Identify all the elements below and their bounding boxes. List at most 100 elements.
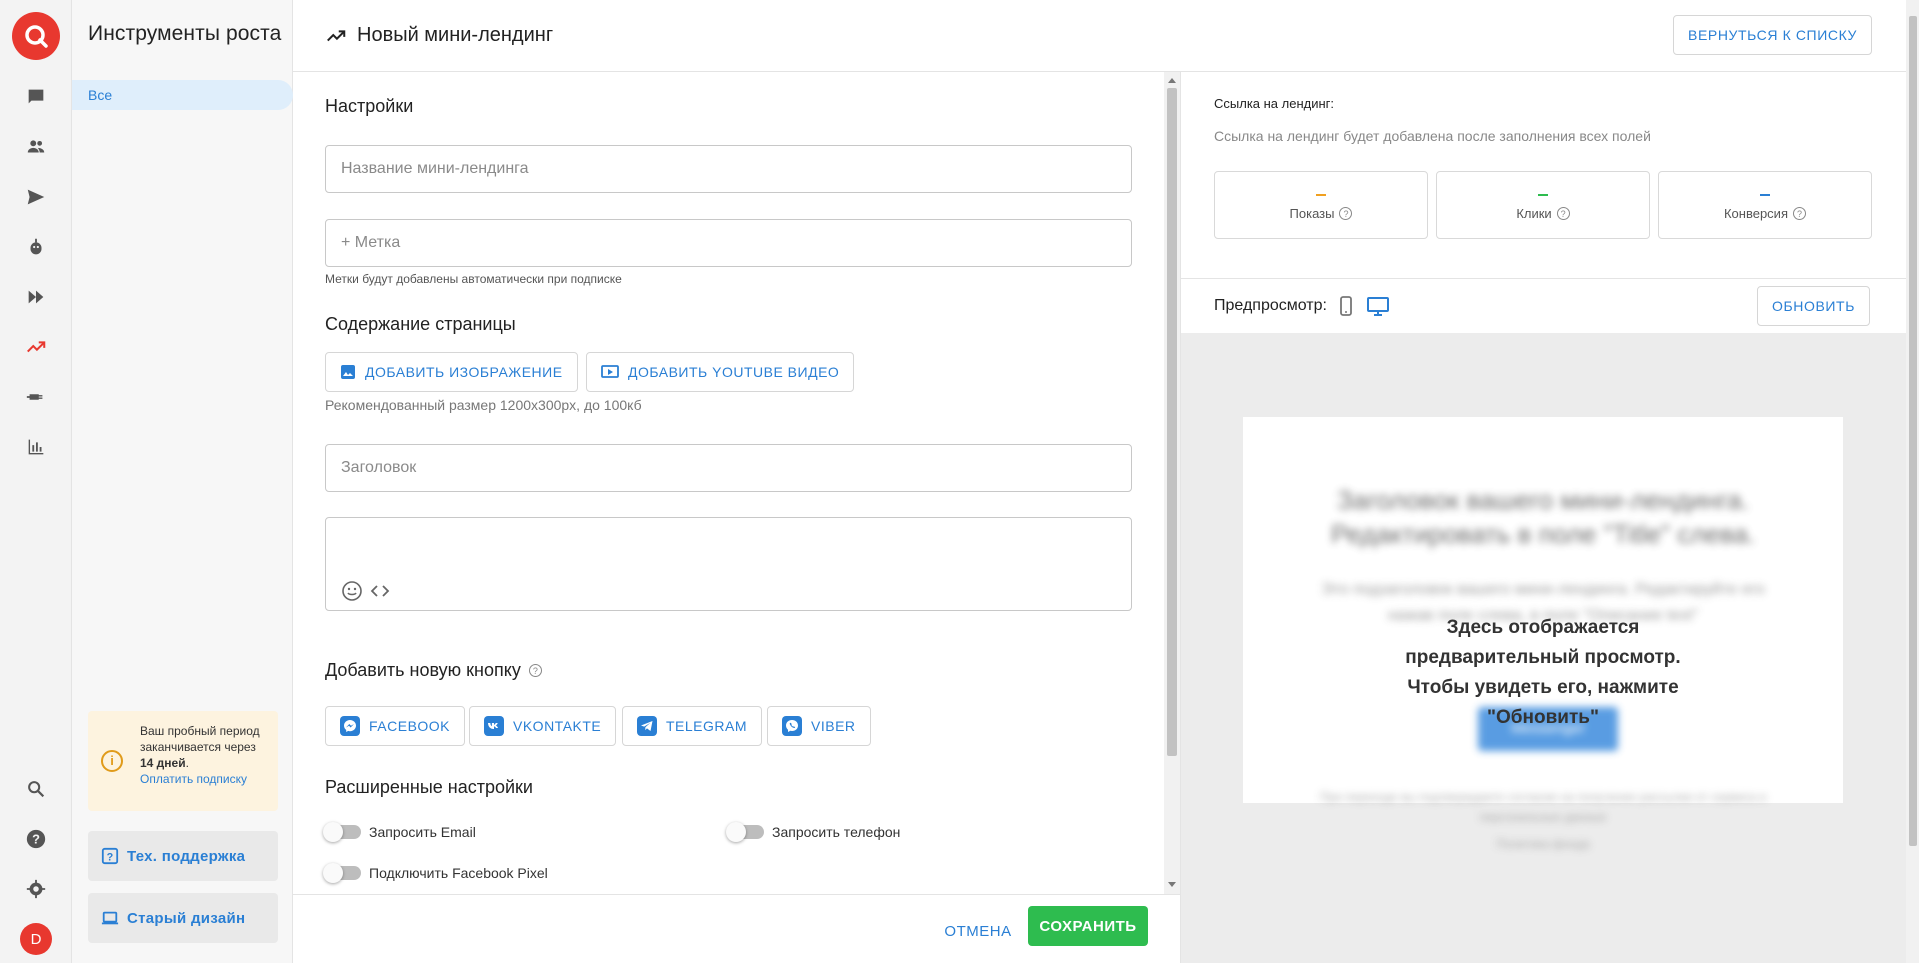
old-design-label: Старый дизайн [127, 909, 246, 927]
stat-views: Показы? [1214, 171, 1428, 239]
trending-up-icon[interactable] [0, 327, 72, 367]
support-icon: ? [101, 847, 119, 865]
page-title-text: Новый мини-лендинг [357, 24, 554, 46]
landing-link-label: Ссылка на лендинг: [1214, 96, 1335, 111]
request-email-toggle[interactable]: Запросить Email [323, 822, 476, 842]
page-scroll-thumb[interactable] [1909, 16, 1917, 846]
request-phone-switch[interactable] [726, 822, 764, 842]
request-phone-label: Запросить телефон [772, 824, 901, 840]
trial-text: Ваш пробный период заканчивается через [140, 724, 260, 754]
sidebar-item-all[interactable]: Все [72, 80, 293, 110]
trial-dot: . [185, 756, 189, 770]
viber-button[interactable]: VIBER [767, 706, 871, 746]
facebook-label: FACEBOOK [369, 718, 451, 734]
facebook-pixel-toggle[interactable]: Подключить Facebook Pixel [323, 863, 548, 883]
scroll-down-arrow[interactable] [1168, 882, 1176, 887]
gear-icon[interactable] [0, 869, 72, 909]
landing-form: Настройки Название мини-лендинга + Метка… [293, 72, 1164, 894]
code-icon[interactable] [369, 580, 391, 602]
scroll-up-arrow[interactable] [1168, 78, 1176, 83]
help-icon[interactable]: ? [0, 819, 72, 859]
facebook-pixel-switch[interactable] [323, 863, 361, 883]
icon-rail: ? D [0, 0, 72, 963]
secondary-sidebar: Инструменты роста Все i Ваш пробный пери… [72, 0, 293, 963]
description-textarea[interactable] [325, 517, 1132, 611]
vkontakte-button[interactable]: VKONTAKTE [469, 706, 617, 746]
content-section-title: Содержание страницы [325, 314, 516, 334]
save-button[interactable]: СОХРАНИТЬ [1028, 906, 1148, 946]
tag-input[interactable]: + Метка [325, 219, 1132, 267]
views-value [1316, 194, 1326, 196]
landing-link-hint: Ссылка на лендинг будет добавлена после … [1214, 128, 1651, 144]
viber-icon [782, 716, 802, 736]
action-bar: ОТМЕНА СОХРАНИТЬ [293, 894, 1180, 963]
preview-label: Предпросмотр: [1214, 297, 1327, 314]
request-email-switch[interactable] [323, 822, 361, 842]
preview-card: Заголовок вашего мини-лендинга. Редактир… [1243, 417, 1843, 851]
info-icon: i [101, 750, 123, 772]
stat-clicks: Клики? [1436, 171, 1650, 239]
form-scrollbar[interactable] [1164, 72, 1180, 894]
app-logo-icon[interactable] [12, 12, 60, 60]
clicks-value [1538, 194, 1548, 196]
desktop-icon[interactable] [1365, 295, 1391, 317]
send-icon[interactable] [0, 177, 72, 217]
fast-forward-icon[interactable] [0, 277, 72, 317]
advanced-section-title: Расширенные настройки [325, 777, 533, 797]
add-button-section: Добавить новую кнопку ? [325, 660, 542, 681]
preview-blurred-footer: При переходе вы подтверждаете согласие н… [1319, 790, 1767, 824]
landing-name-input[interactable]: Название мини-лендинга [325, 145, 1132, 193]
pay-subscription-link[interactable]: Оплатить подписку [140, 772, 247, 786]
help-icon[interactable]: ? [1339, 207, 1353, 220]
trial-days: 14 дней [140, 756, 186, 770]
conversion-label: Конверсия [1723, 206, 1788, 221]
form-scroll-thumb[interactable] [1167, 88, 1177, 756]
add-image-button[interactable]: ДОБАВИТЬ ИЗОБРАЖЕНИЕ [325, 352, 578, 392]
heading-input[interactable]: Заголовок [325, 444, 1132, 492]
support-button[interactable]: ? Тех. поддержка [88, 831, 278, 881]
help-icon[interactable]: ? [528, 664, 542, 677]
preview-toolbar: Предпросмотр: [1214, 295, 1391, 317]
telegram-label: TELEGRAM [666, 718, 748, 734]
vkontakte-label: VKONTAKTE [513, 718, 602, 734]
clicks-label: Клики [1516, 206, 1552, 221]
trending-up-icon [327, 29, 346, 41]
svg-text:?: ? [107, 852, 114, 864]
chat-icon[interactable] [0, 77, 72, 117]
page-header: Новый мини-лендинг ВЕРНУТЬСЯ К СПИСКУ [293, 0, 1906, 72]
people-icon[interactable] [0, 127, 72, 167]
sidebar-title: Инструменты роста [88, 22, 282, 45]
vk-icon [484, 716, 504, 736]
svg-text:?: ? [32, 832, 40, 847]
refresh-button[interactable]: ОБНОВИТЬ [1757, 286, 1870, 326]
avatar[interactable]: D [20, 923, 52, 955]
trial-notice: i Ваш пробный период заканчивается через… [88, 711, 278, 811]
conversion-value [1760, 194, 1770, 196]
size-hint: Рекомендованный размер 1200x300px, до 10… [325, 397, 642, 413]
plug-icon[interactable] [0, 377, 72, 417]
mobile-icon[interactable] [1337, 295, 1355, 317]
cancel-button[interactable]: ОТМЕНА [933, 911, 1023, 951]
help-icon[interactable]: ? [1556, 207, 1570, 220]
telegram-button[interactable]: TELEGRAM [622, 706, 763, 746]
divider [1181, 278, 1907, 279]
back-to-list-button[interactable]: ВЕРНУТЬСЯ К СПИСКУ [1673, 15, 1872, 55]
bar-chart-icon[interactable] [0, 427, 72, 467]
viber-label: VIBER [811, 718, 856, 734]
tag-hint: Метки будут добавлены автоматически при … [325, 272, 622, 286]
search-icon[interactable] [0, 769, 72, 809]
preview-blurred-title: Заголовок вашего мини-лендинга. Редактир… [1330, 485, 1756, 549]
help-icon[interactable]: ? [1793, 207, 1806, 220]
preview-area: Заголовок вашего мини-лендинга. Редактир… [1181, 333, 1907, 963]
emoji-icon[interactable] [341, 580, 363, 602]
add-image-label: ДОБАВИТЬ ИЗОБРАЖЕНИЕ [365, 364, 563, 380]
page-scrollbar[interactable] [1906, 0, 1919, 963]
add-button-title: Добавить новую кнопку [325, 660, 521, 680]
old-design-button[interactable]: Старый дизайн [88, 893, 278, 943]
request-email-label: Запросить Email [369, 824, 476, 840]
facebook-button[interactable]: FACEBOOK [325, 706, 466, 746]
add-youtube-button[interactable]: ДОБАВИТЬ YOUTUBE ВИДЕО [586, 352, 855, 392]
request-phone-toggle[interactable]: Запросить телефон [726, 822, 901, 842]
bot-icon[interactable] [0, 227, 72, 267]
laptop-icon [101, 911, 119, 925]
